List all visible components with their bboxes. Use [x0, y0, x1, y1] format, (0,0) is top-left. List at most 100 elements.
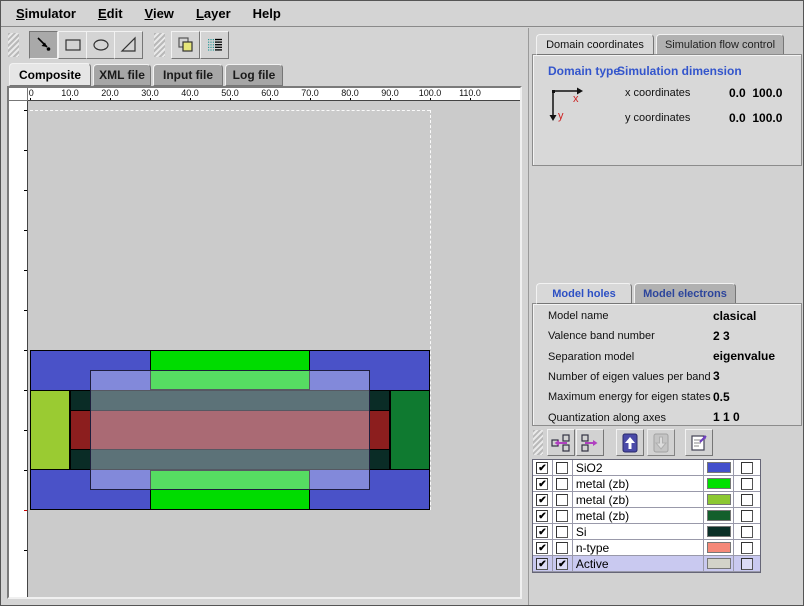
extra-checkbox[interactable] — [741, 542, 753, 554]
layer-color-swatch[interactable] — [707, 542, 731, 553]
application-window: SimulatorEditViewLayerHelp CompositeXML … — [0, 0, 804, 606]
properties-icon — [688, 432, 710, 454]
v-tick-label: 0.0 — [9, 504, 10, 517]
menu-help[interactable]: Help — [244, 3, 290, 24]
tab-model-holes[interactable]: Model holes — [536, 283, 632, 304]
toolbar-grip[interactable] — [154, 33, 165, 57]
domain-boundary-y — [30, 110, 430, 111]
layer-visible-cell: ✔ — [533, 492, 553, 507]
layer-row-si[interactable]: ✔ Si — [533, 524, 760, 540]
active-checkbox[interactable] — [556, 542, 568, 554]
triangle-tool-icon — [119, 35, 139, 55]
layer-name: Active — [573, 556, 704, 571]
extra-checkbox[interactable] — [741, 494, 753, 506]
layer-row-metal-zb-[interactable]: ✔ metal (zb) — [533, 508, 760, 524]
layer-visible-cell: ✔ — [533, 460, 553, 475]
active-checkbox[interactable]: ✔ — [556, 558, 568, 570]
menu-simulator[interactable]: Simulator — [7, 3, 85, 24]
active-checkbox[interactable] — [556, 510, 568, 522]
h-tick-label: 50.0 — [221, 88, 239, 98]
layer-extra-cell — [734, 460, 760, 475]
v-tick-label: 60.0 — [9, 261, 10, 279]
main-toolbar — [1, 28, 528, 61]
domain-row-value: 0.0 100.0 — [729, 111, 782, 125]
layer-row-metal-zb-[interactable]: ✔metal (zb) — [533, 492, 760, 508]
add-layer-button[interactable] — [547, 429, 575, 456]
layer-row-n-type[interactable]: ✔n-type — [533, 540, 760, 556]
order-tool-button[interactable] — [171, 31, 200, 59]
visible-checkbox[interactable]: ✔ — [536, 462, 548, 474]
region-metal-right[interactable] — [390, 390, 430, 470]
domain-boundary-x — [430, 110, 431, 510]
layer-color-cell — [704, 476, 734, 491]
menu-view[interactable]: View — [136, 3, 183, 24]
layer-name: Si — [573, 524, 704, 539]
domain-coordinates-panel: Domain type Simulation dimension x y x c… — [532, 54, 802, 166]
tab-domain-coordinates[interactable]: Domain coordinates — [536, 34, 654, 55]
domain-row-label: x coordinates — [625, 87, 690, 99]
layer-row-active[interactable]: ✔ ✔ Active — [533, 556, 760, 572]
remove-layer-button[interactable] — [576, 429, 604, 456]
visible-checkbox[interactable]: ✔ — [536, 478, 548, 490]
tab-composite[interactable]: Composite — [9, 63, 91, 86]
visible-checkbox[interactable]: ✔ — [536, 542, 548, 554]
layer-color-swatch[interactable] — [707, 526, 731, 537]
layer-extra-cell — [734, 492, 760, 507]
tab-input-file[interactable]: Input file — [153, 64, 223, 86]
tab-xml-file[interactable]: XML file — [93, 64, 151, 86]
layer-row-sio2[interactable]: ✔SiO2 — [533, 460, 760, 476]
domain-type-label: Domain type — [548, 64, 620, 78]
move-down-button — [647, 429, 675, 456]
model-row-value: eigenvalue — [713, 349, 775, 363]
tab-simulation-flow-control[interactable]: Simulation flow control — [656, 34, 784, 55]
visible-checkbox[interactable]: ✔ — [536, 510, 548, 522]
layer-color-swatch[interactable] — [707, 494, 731, 505]
extra-checkbox[interactable] — [741, 462, 753, 474]
v-tick-label: 10.0 — [9, 461, 10, 479]
layer-name: metal (zb) — [573, 508, 704, 523]
tab-model-electrons[interactable]: Model electrons — [634, 283, 736, 304]
rectangle-tool-button[interactable] — [58, 31, 87, 59]
canvas-area[interactable] — [28, 101, 518, 595]
ellipse-tool-button[interactable] — [86, 31, 115, 59]
extra-checkbox[interactable] — [741, 558, 753, 570]
axis-orientation-icon: x y — [547, 85, 587, 125]
layer-color-swatch[interactable] — [707, 478, 731, 489]
mesh-tool-button[interactable] — [200, 31, 229, 59]
layer-color-swatch[interactable] — [707, 558, 731, 569]
toolbar-grip[interactable] — [8, 33, 19, 57]
triangle-tool-button[interactable] — [114, 31, 143, 59]
visible-checkbox[interactable]: ✔ — [536, 558, 548, 570]
model-row-label: Quantization along axes — [548, 412, 666, 424]
layer-color-swatch[interactable] — [707, 510, 731, 521]
region-metal-left[interactable] — [30, 390, 70, 470]
visible-checkbox[interactable]: ✔ — [536, 526, 548, 538]
tab-log-file[interactable]: Log file — [225, 64, 283, 86]
properties-button[interactable] — [685, 429, 713, 456]
extra-checkbox[interactable] — [741, 526, 753, 538]
extra-checkbox[interactable] — [741, 510, 753, 522]
layer-toolbar-grip[interactable] — [533, 430, 543, 455]
active-checkbox[interactable] — [556, 526, 568, 538]
layer-active-cell — [553, 460, 573, 475]
layer-extra-cell — [734, 476, 760, 491]
active-checkbox[interactable] — [556, 462, 568, 474]
layer-color-swatch[interactable] — [707, 462, 731, 473]
h-tick-label: 40.0 — [181, 88, 199, 98]
layer-color-cell — [704, 556, 734, 571]
active-checkbox[interactable] — [556, 494, 568, 506]
region-active-overlay[interactable] — [90, 370, 370, 490]
menu-layer[interactable]: Layer — [187, 3, 240, 24]
layer-color-cell — [704, 540, 734, 555]
layer-row-metal-zb-[interactable]: ✔metal (zb) — [533, 476, 760, 492]
extra-checkbox[interactable] — [741, 478, 753, 490]
menu-edit[interactable]: Edit — [89, 3, 132, 24]
model-row-label: Model name — [548, 310, 609, 322]
select-tool-button[interactable] — [29, 31, 58, 59]
active-checkbox[interactable] — [556, 478, 568, 490]
model-row-label: Maximum energy for eigen states — [548, 391, 711, 403]
visible-checkbox[interactable]: ✔ — [536, 494, 548, 506]
drawing-canvas-panel: .010.020.030.040.050.060.070.080.090.010… — [7, 86, 522, 599]
model-row-value: 3 — [713, 369, 720, 383]
move-up-button[interactable] — [616, 429, 644, 456]
